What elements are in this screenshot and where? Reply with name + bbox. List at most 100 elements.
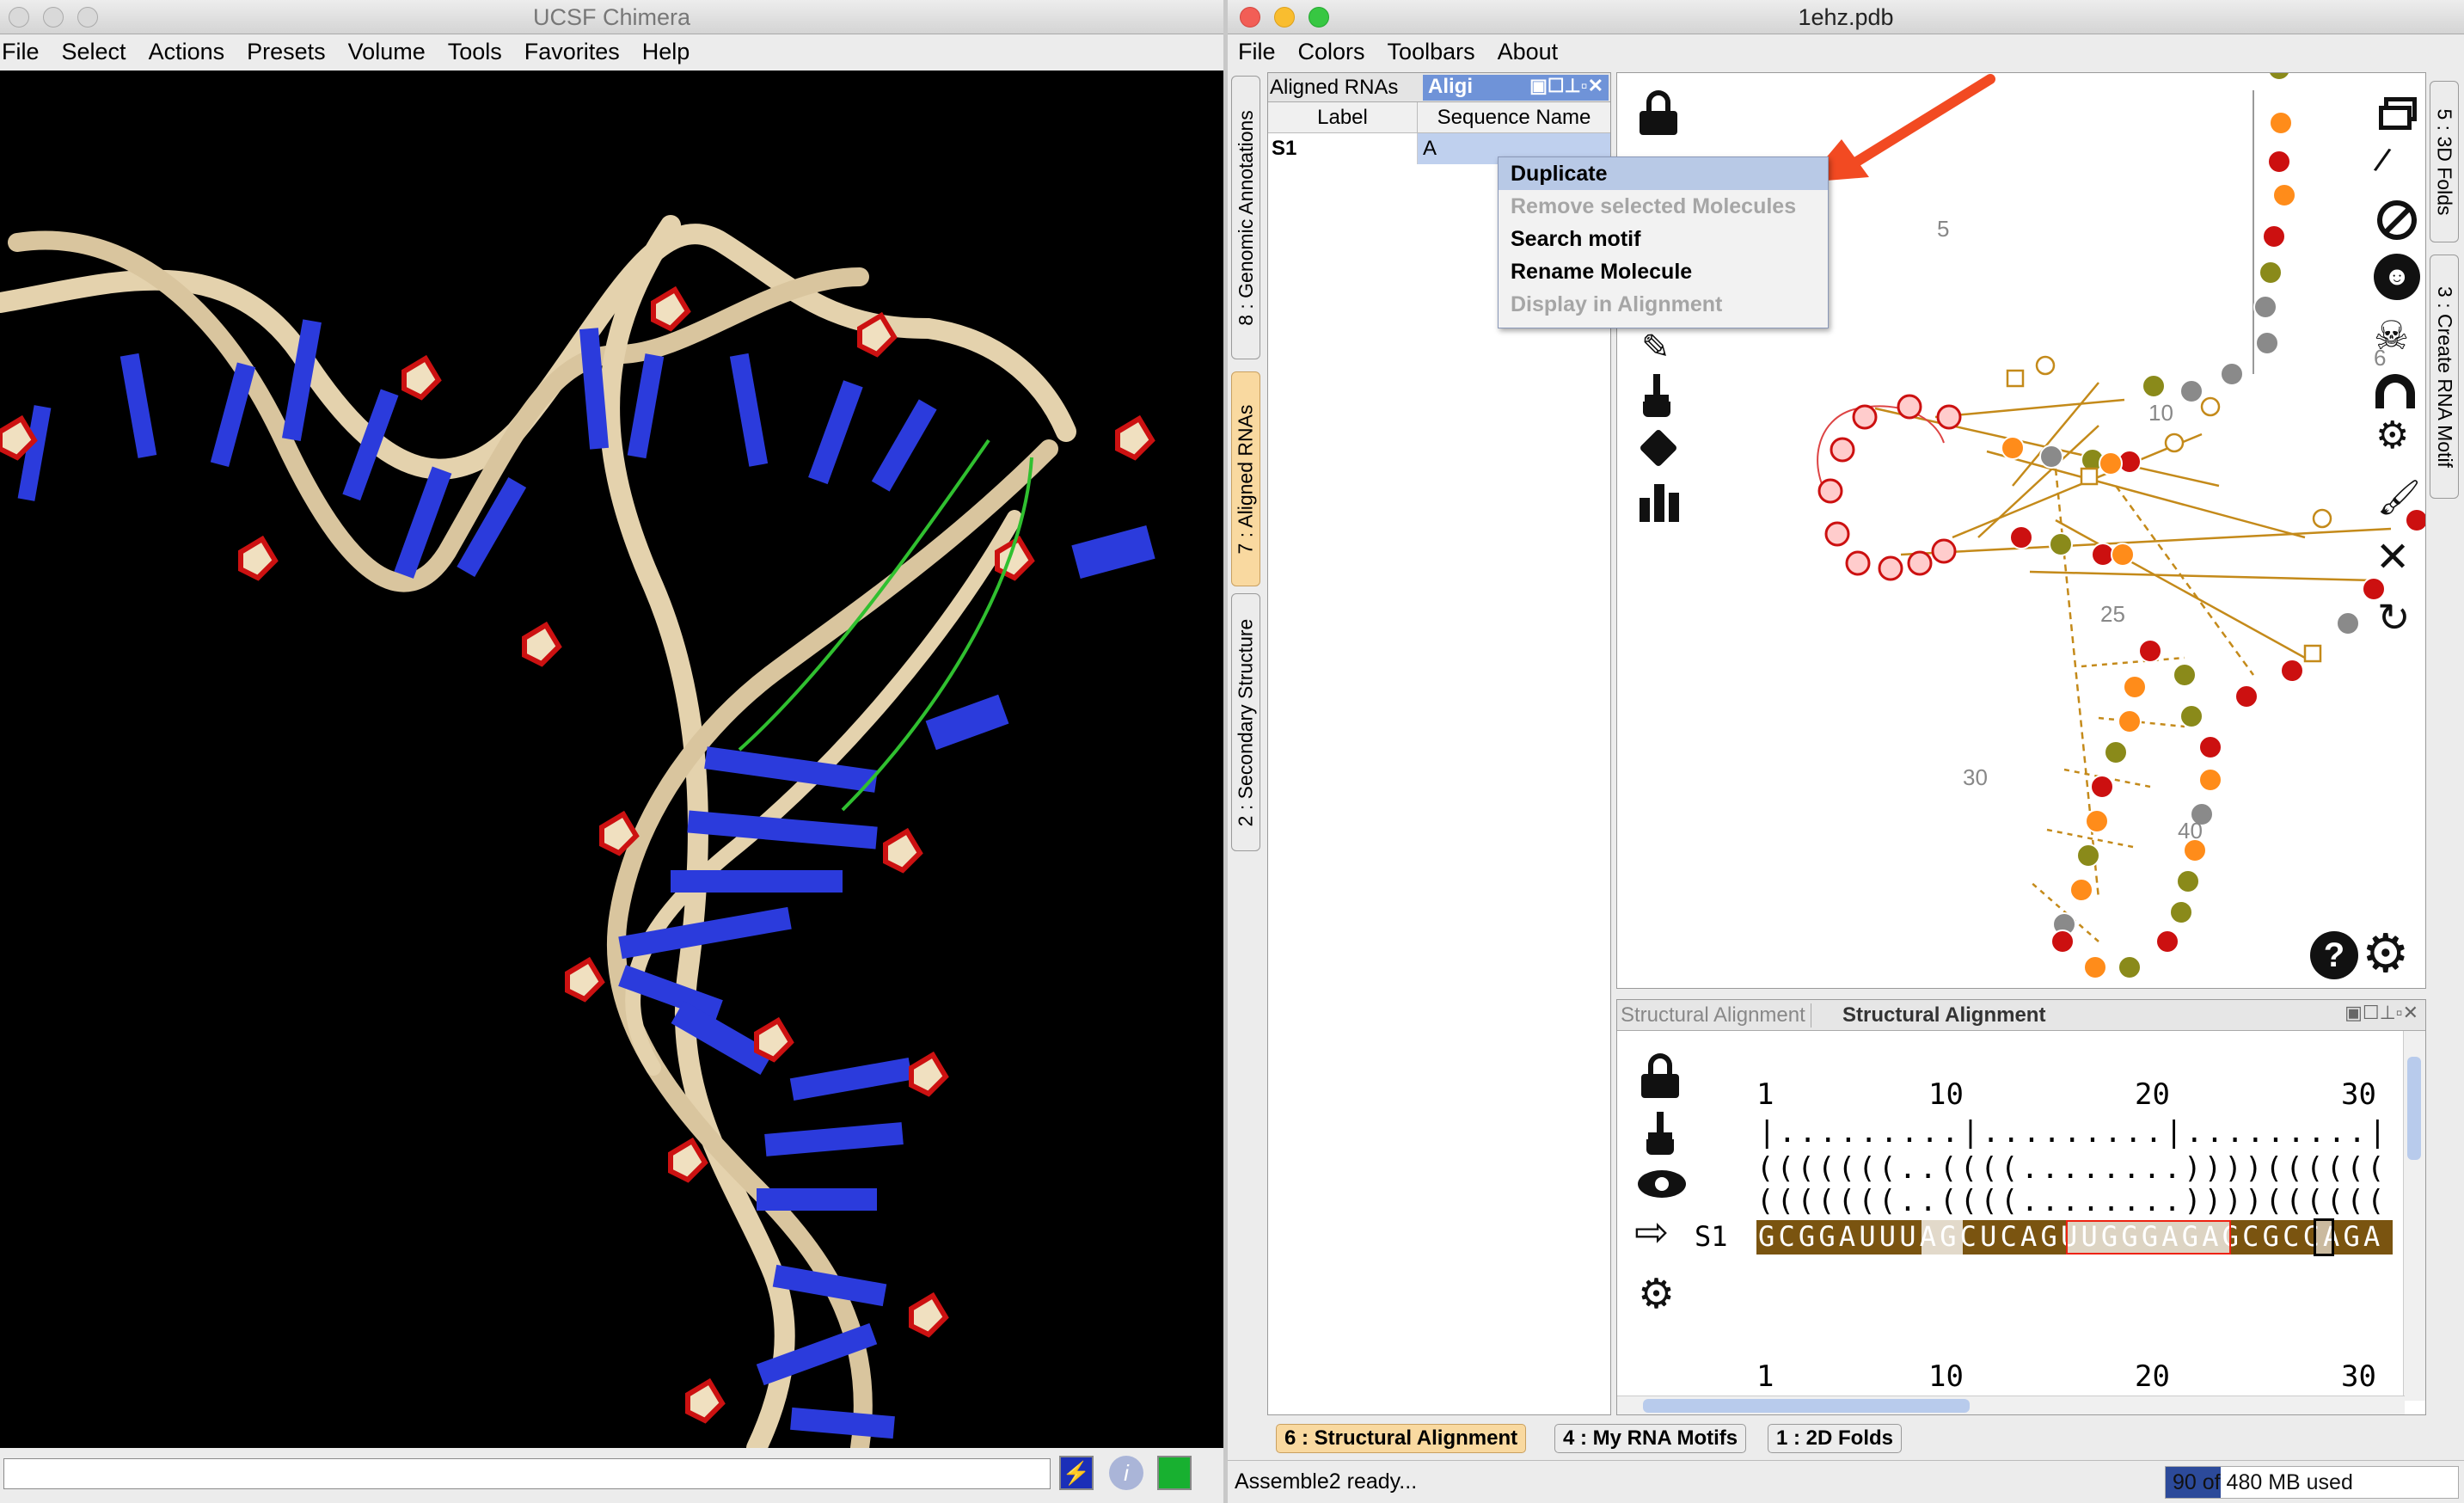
rna-3d-model [0,215,1155,1448]
menu-select[interactable]: Select [62,39,126,65]
alignment-tabbar: Structural Alignment Structural Alignmen… [1617,1000,2425,1031]
ruler-bottom-10: 10 [1928,1359,1964,1394]
column-label[interactable]: Label [1268,102,1418,132]
skull-icon[interactable]: ☠ [2374,316,2409,355]
bracket-line-2: (((((((..((((........))))(((((( [1756,1184,2387,1218]
assemble-titlebar: 1ehz.pdb [1228,0,2464,34]
cursor-box [2314,1218,2334,1256]
window-title: 1ehz.pdb [1798,4,1894,30]
menu-toolbars[interactable]: Toolbars [1388,39,1475,65]
sign-in-icon[interactable]: ⇨ [1634,1212,1669,1255]
tab-secondary-structure[interactable]: 2 : Secondary Structure [1231,593,1260,851]
bracket-line-1: (((((((..((((........))))(((((( [1756,1151,2387,1186]
menu-favorites[interactable]: Favorites [524,39,620,65]
eye-icon[interactable] [1638,1170,1686,1198]
tab-my-rna-motifs[interactable]: 4 : My RNA Motifs [1554,1424,1747,1453]
paint-brush-icon[interactable] [1640,374,1674,419]
tab-structural-alignment[interactable]: 6 : Structural Alignment [1276,1424,1527,1453]
menu-actions[interactable]: Actions [149,39,225,65]
tab-2d-folds[interactable]: 1 : 2D Folds [1768,1424,1903,1453]
menu-presets[interactable]: Presets [247,39,326,65]
unpaired-segment [1922,1220,1963,1255]
refresh-icon[interactable]: ↻ [2377,598,2411,637]
gears-icon[interactable]: ⚙ [2375,417,2409,455]
position-label-10: 10 [2148,400,2173,426]
panel-window-controls-icon[interactable]: ▣☐⊥▫✕ [1529,75,1603,97]
tab-genomic-annotations[interactable]: 8 : Genomic Annotations [1231,76,1260,359]
ruler-10: 10 [1928,1077,1964,1112]
status-bar: Assemble2 ready... 90 of 480 MB used [1228,1460,2464,1503]
bar-chart-icon[interactable] [1640,482,1681,522]
position-label-5: 5 [1937,216,1949,242]
menu-item-search-motif[interactable]: Search motif [1499,223,1828,255]
menu-about[interactable]: About [1498,39,1559,65]
column-sequence-name[interactable]: Sequence Name [1418,102,1610,132]
menu-help[interactable]: Help [642,39,690,65]
context-menu: Duplicate Remove selected Molecules Sear… [1498,156,1829,328]
status-text: Assemble2 ready... [1235,1469,1418,1494]
tab-3d-folds[interactable]: 5 : 3D Folds [2430,81,2459,242]
molecule-viewport[interactable] [0,71,1223,1448]
position-label-25: 25 [2100,601,2125,627]
ruler-bottom-1: 1 [1756,1359,1774,1394]
ruler-30: 30 [2341,1077,2376,1112]
chimera-menubar: File Select Actions Presets Volume Tools… [0,34,1223,69]
magnet-icon[interactable] [2375,374,2415,408]
cell-label: S1 [1268,133,1418,164]
menu-file[interactable]: File [2,39,40,65]
tag-icon[interactable] [1638,427,1679,469]
ruler-bottom-30: 30 [2341,1359,2376,1394]
menu-item-display-in-alignment[interactable]: Display in Alignment [1499,288,1828,321]
brush-icon[interactable]: 🖌 [2377,477,2421,518]
windows-icon[interactable] [2379,97,2418,132]
ruler-bottom-20: 20 [2135,1359,2170,1394]
alignment-brush-icon[interactable] [1643,1112,1677,1156]
structural-alignment-panel: Structural Alignment Structural Alignmen… [1616,999,2426,1415]
assemble-menubar: File Colors Toolbars About [1228,34,2464,69]
molecule-table-header: Label Sequence Name [1268,102,1610,133]
rapid-access-icon[interactable]: ⚡ [1059,1456,1094,1490]
info-icon[interactable]: i [1109,1456,1143,1490]
chimera-window: UCSF Chimera File Select Actions Presets… [0,0,1223,1503]
forbidden-icon[interactable] [2377,200,2417,240]
collapse-icon[interactable]: ✕ [2375,537,2410,579]
assemble-window: 1ehz.pdb File Colors Toolbars About 8 : … [1228,0,2464,1503]
command-line[interactable] [3,1458,1051,1489]
tab-create-rna-motif[interactable]: 3 : Create RNA Motif [2430,255,2459,499]
ruler-20: 20 [2135,1077,2170,1112]
position-label-40: 40 [2178,818,2203,844]
pencil-icon[interactable]: ✎ [1641,328,1670,367]
tab-alignment-panel[interactable]: Aligi ▣☐⊥▫✕ [1423,75,1609,101]
menu-file[interactable]: File [1238,39,1276,65]
settings-icon[interactable]: ⚙ [2362,928,2410,981]
menu-colors[interactable]: Colors [1298,39,1365,65]
panel-window-controls-icon[interactable]: ▣☐⊥▫✕ [2344,1002,2418,1024]
chimera-titlebar: UCSF Chimera [0,0,1223,34]
position-label-30: 30 [1963,764,1988,790]
help-icon[interactable]: ? [2310,931,2358,979]
alignment-lock-icon[interactable] [1641,1053,1679,1098]
menu-item-duplicate[interactable]: Duplicate [1499,157,1828,190]
ruler-1: 1 [1756,1077,1774,1112]
panel-tabbar: Aligned RNAs Aligi ▣☐⊥▫✕ [1268,73,1610,102]
memory-text: 90 of 480 MB used [2173,1470,2353,1494]
tab-aligned-rnas-list[interactable]: Aligned RNAs [1270,76,1398,100]
model-panel-icon[interactable] [1157,1456,1192,1490]
tick-line: |.........|.........|.........| [1758,1115,2389,1150]
horizontal-scrollbar[interactable] [1617,1396,2405,1414]
memory-indicator[interactable]: 90 of 480 MB used [2165,1466,2459,1499]
menu-item-rename-molecule[interactable]: Rename Molecule [1499,255,1828,288]
smiley-icon[interactable]: ☻ [2374,254,2420,300]
menu-item-remove-selected[interactable]: Remove selected Molecules [1499,190,1828,223]
tab-structural-alignment-2[interactable]: Structural Alignment [1842,1003,2045,1028]
tab-aligned-rnas[interactable]: 7 : Aligned RNAs [1231,371,1260,586]
lock-icon[interactable] [1640,90,1677,135]
menu-tools[interactable]: Tools [448,39,502,65]
loop-segment-highlight [2066,1220,2231,1255]
alignment-gears-icon[interactable]: ⚙ [1638,1273,1675,1316]
sequence-label: S1 [1695,1220,1728,1253]
window-title: UCSF Chimera [532,4,691,30]
menu-volume[interactable]: Volume [348,39,426,65]
vertical-scrollbar[interactable] [2403,1031,2425,1401]
tab-structural-alignment-1[interactable]: Structural Alignment [1621,1003,1811,1028]
